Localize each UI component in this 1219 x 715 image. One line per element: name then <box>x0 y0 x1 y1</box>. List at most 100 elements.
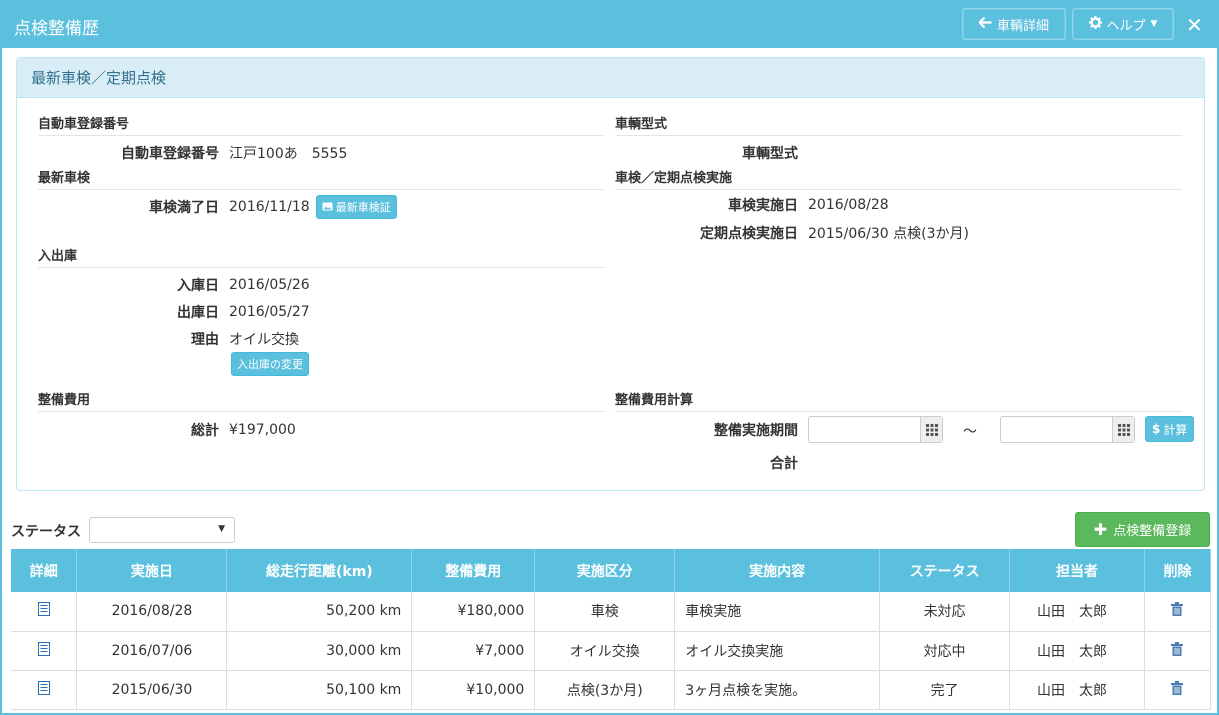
inspection-exec-section-heading: 車検／定期点検実施 <box>615 167 1182 190</box>
panel-title: 最新車検／定期点検 <box>17 58 1204 98</box>
row-mileage: 50,100 km <box>226 670 413 710</box>
latest-inspection-section-heading: 最新車検 <box>38 167 604 190</box>
cost-total-label: 総計 <box>191 423 219 439</box>
header-date[interactable]: 実施日 <box>76 549 228 592</box>
caret-down-icon: ▼ <box>218 524 225 534</box>
header-person[interactable]: 担当者 <box>1009 549 1145 592</box>
title-bar: 点検整備歴 車輌詳細 ヘルプ ▼ ✕ <box>2 2 1217 48</box>
garage-out-value: 2016/05/27 <box>229 304 310 320</box>
header-delete: 削除 <box>1144 549 1212 592</box>
row-status: 完了 <box>879 670 1011 710</box>
maintenance-table: 詳細 実施日 総走行距離(km) 整備費用 実施区分 実施内容 ステータス 担当… <box>11 549 1212 710</box>
add-maintenance-label: 点検整備登録 <box>1113 524 1192 539</box>
cost-section-heading: 整備費用 <box>38 389 604 412</box>
row-cost: ¥10,000 <box>411 670 536 710</box>
list-detail-icon[interactable] <box>37 680 50 699</box>
image-icon <box>322 201 333 214</box>
garage-out-label: 出庫日 <box>177 305 219 321</box>
garage-in-row: 入庫日 2016/05/26 <box>38 275 310 295</box>
status-filter-select[interactable]: ▼ <box>89 517 235 543</box>
periodic-date-value: 2015/06/30 点検(3か月) <box>808 226 969 242</box>
table-row: 2016/07/06 30,000 km ¥7,000 オイル交換 オイル交換実… <box>11 631 1212 671</box>
back-label: 車輌詳細 <box>996 18 1049 34</box>
garage-reason-value: オイル交換 <box>229 332 299 348</box>
header-status[interactable]: ステータス <box>879 549 1011 592</box>
calculate-button[interactable]: $ 計算 <box>1145 416 1195 442</box>
registration-row: 自動車登録番号 江戸100あ 5555 <box>38 143 347 163</box>
row-cost: ¥180,000 <box>411 592 536 632</box>
period-start-input[interactable] <box>808 416 943 443</box>
row-date: 2016/08/28 <box>76 592 228 632</box>
window-frame: 点検整備歴 車輌詳細 ヘルプ ▼ ✕ 最新車検／定期点検 自動車登録番号 自動車… <box>0 0 1219 715</box>
garage-reason-row: 理由 オイル交換 <box>38 329 299 349</box>
table-header-row: 詳細 実施日 総走行距離(km) 整備費用 実施区分 実施内容 ステータス 担当… <box>11 549 1212 592</box>
calendar-icon[interactable] <box>920 417 942 442</box>
inspection-date-value: 2016/08/28 <box>808 197 889 213</box>
garage-in-value: 2016/05/26 <box>229 277 310 293</box>
caret-down-icon: ▼ <box>1150 19 1158 29</box>
row-person: 山田 太郎 <box>1009 631 1145 671</box>
latest-certificate-button[interactable]: 最新車検証 <box>315 195 397 219</box>
inspection-expiry-label: 車検満了日 <box>149 200 219 216</box>
inspection-date-label: 車検実施日 <box>728 198 798 214</box>
row-status: 対応中 <box>879 631 1011 671</box>
row-content: オイル交換実施 <box>674 631 881 671</box>
back-to-vehicle-button[interactable]: 車輌詳細 <box>962 8 1066 40</box>
plus-icon: ✚ <box>1093 520 1108 539</box>
calendar-icon[interactable] <box>1112 417 1134 442</box>
row-mileage: 50,200 km <box>226 592 413 632</box>
sum-row: 合計 <box>615 453 798 473</box>
period-end-input[interactable] <box>1000 416 1135 443</box>
cost-total-value: ¥197,000 <box>229 422 296 438</box>
cost-calc-section-heading: 整備費用計算 <box>615 389 1182 412</box>
periodic-date-row: 定期点検実施日 2015/06/30 点検(3か月) <box>615 223 969 243</box>
row-category: 車検 <box>534 592 676 632</box>
status-filter-label: ステータス <box>11 524 81 540</box>
cost-total-row: 総計 ¥197,000 <box>38 420 296 440</box>
latest-certificate-label: 最新車検証 <box>335 201 391 214</box>
period-label-row: 整備実施期間 <box>615 420 798 440</box>
row-content: 3ヶ月点検を実施。 <box>674 670 881 710</box>
list-detail-icon[interactable] <box>37 602 50 620</box>
add-maintenance-button[interactable]: ✚ 点検整備登録 <box>1075 512 1210 547</box>
dollar-icon: $ <box>1152 422 1161 436</box>
trash-icon[interactable] <box>1171 680 1184 699</box>
trash-icon[interactable] <box>1171 641 1184 660</box>
row-date: 2015/06/30 <box>76 670 228 710</box>
header-cost[interactable]: 整備費用 <box>411 549 536 592</box>
inspection-expiry-row: 車検満了日 2016/11/18 最新車検証 <box>38 195 397 219</box>
garage-in-label: 入庫日 <box>177 278 219 294</box>
help-dropdown-button[interactable]: ヘルプ ▼ <box>1072 8 1174 40</box>
arrow-left-icon <box>977 16 992 32</box>
row-mileage: 30,000 km <box>226 631 413 671</box>
gear-icon <box>1088 15 1102 33</box>
list-detail-icon[interactable] <box>37 641 50 660</box>
registration-label: 自動車登録番号 <box>121 146 219 162</box>
change-garage-button[interactable]: 入出庫の変更 <box>231 352 309 376</box>
row-content: 車検実施 <box>674 592 881 632</box>
period-separator: ～ <box>963 424 977 440</box>
vehicle-type-section-heading: 車輌型式 <box>615 113 1182 136</box>
table-row: 2015/06/30 50,100 km ¥10,000 点検(3か月) 3ヶ月… <box>11 670 1212 710</box>
row-person: 山田 太郎 <box>1009 670 1145 710</box>
registration-section-heading: 自動車登録番号 <box>38 113 604 136</box>
inspection-expiry-value: 2016/11/18 <box>229 199 310 215</box>
trash-icon[interactable] <box>1171 602 1184 620</box>
row-category: 点検(3か月) <box>534 670 676 710</box>
sum-label: 合計 <box>770 456 798 472</box>
delete-cell <box>1144 631 1212 671</box>
header-mileage[interactable]: 総走行距離(km) <box>226 549 413 592</box>
close-icon[interactable]: ✕ <box>1186 13 1203 37</box>
period-label: 整備実施期間 <box>714 423 798 439</box>
vehicle-type-label: 車輌型式 <box>742 146 798 162</box>
garage-reason-label: 理由 <box>191 332 219 348</box>
detail-cell <box>11 631 78 671</box>
header-content[interactable]: 実施内容 <box>674 549 881 592</box>
delete-cell <box>1144 592 1212 632</box>
help-label: ヘルプ <box>1106 18 1146 34</box>
header-category[interactable]: 実施区分 <box>534 549 676 592</box>
header-detail: 詳細 <box>11 549 78 592</box>
window-title: 点検整備歴 <box>14 19 99 39</box>
garage-out-row: 出庫日 2016/05/27 <box>38 302 310 322</box>
row-category: オイル交換 <box>534 631 676 671</box>
